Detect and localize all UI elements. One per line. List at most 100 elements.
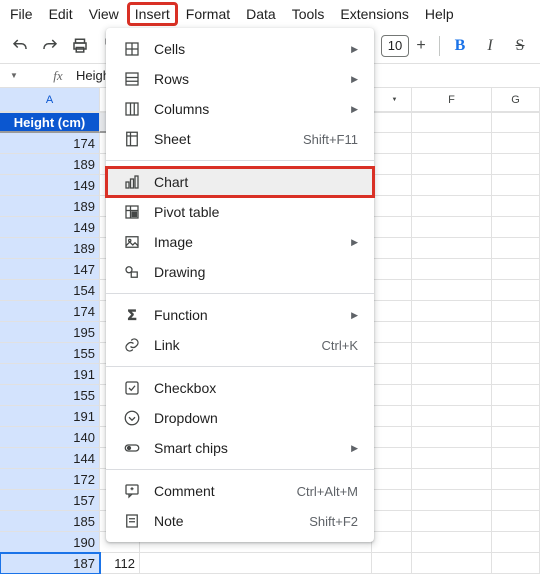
cell[interactable]: 144 [0, 448, 100, 469]
menu-item-columns[interactable]: Columns ▶ [106, 94, 374, 124]
menu-item-label: Pivot table [154, 204, 358, 220]
menu-item-chart[interactable]: Chart [106, 167, 374, 197]
menu-item-label: Sheet [154, 131, 303, 147]
menu-item-label: Image [154, 234, 348, 250]
cell[interactable]: 174 [0, 133, 100, 154]
cell[interactable]: 191 [0, 406, 100, 427]
table-row: 187 112 [0, 553, 540, 574]
separator [439, 36, 440, 56]
cell[interactable]: 190 [0, 532, 100, 553]
cell[interactable]: 172 [0, 469, 100, 490]
cell[interactable]: 185 [0, 511, 100, 532]
menu-insert[interactable]: Insert [127, 2, 178, 26]
menu-item-label: Cells [154, 41, 348, 57]
name-box[interactable]: ▼ [0, 71, 44, 80]
redo-button[interactable] [36, 32, 64, 60]
cell[interactable]: 189 [0, 238, 100, 259]
bold-button[interactable]: B [446, 32, 474, 60]
menu-separator [106, 293, 374, 294]
cell[interactable]: 157 [0, 490, 100, 511]
cell[interactable]: 189 [0, 154, 100, 175]
cell[interactable]: 187 [0, 553, 100, 574]
menu-item-label: Rows [154, 71, 348, 87]
menu-separator [106, 366, 374, 367]
chevron-right-icon: ▶ [348, 237, 358, 248]
menu-help[interactable]: Help [417, 2, 462, 26]
menu-item-smart-chips[interactable]: Smart chips ▶ [106, 433, 374, 463]
undo-button[interactable] [6, 32, 34, 60]
chips-icon [122, 438, 142, 458]
columns-icon [122, 99, 142, 119]
chart-icon [122, 172, 142, 192]
menu-item-drawing[interactable]: Drawing [106, 257, 374, 287]
cell[interactable]: 140 [0, 427, 100, 448]
menu-item-cells[interactable]: Cells ▶ [106, 34, 374, 64]
menu-tools[interactable]: Tools [284, 2, 333, 26]
menu-item-label: Function [154, 307, 348, 323]
menu-data[interactable]: Data [238, 2, 284, 26]
cell[interactable]: 112 [100, 553, 140, 574]
header-cell[interactable]: Height (cm) [0, 112, 100, 133]
shortcut-label: Ctrl+K [322, 338, 358, 353]
print-button[interactable] [66, 32, 94, 60]
menu-item-sheet[interactable]: Sheet Shift+F11 [106, 124, 374, 154]
cell[interactable]: 149 [0, 217, 100, 238]
menu-item-pivot-table[interactable]: Pivot table [106, 197, 374, 227]
menu-item-checkbox[interactable]: Checkbox [106, 373, 374, 403]
cells-icon [122, 39, 142, 59]
insert-dropdown: Cells ▶ Rows ▶ Columns ▶ Sheet Shift+F11… [106, 28, 374, 542]
pivot-icon [122, 202, 142, 222]
font-size-increase[interactable]: + [409, 34, 433, 58]
menu-item-label: Dropdown [154, 410, 358, 426]
col-header-g[interactable]: G [492, 88, 540, 112]
menu-item-image[interactable]: Image ▶ [106, 227, 374, 257]
chevron-right-icon: ▶ [348, 104, 358, 115]
col-header-e[interactable]: ▼ [372, 88, 412, 112]
chevron-right-icon: ▶ [348, 74, 358, 85]
col-header-a[interactable]: A [0, 88, 100, 112]
menu-item-function[interactable]: Σ Function ▶ [106, 300, 374, 330]
cell[interactable]: 191 [0, 364, 100, 385]
menu-item-label: Drawing [154, 264, 358, 280]
cell[interactable]: 174 [0, 301, 100, 322]
cell[interactable]: 147 [0, 259, 100, 280]
menu-view[interactable]: View [81, 2, 127, 26]
italic-button[interactable]: I [476, 32, 504, 60]
font-size-value[interactable]: 10 [381, 35, 409, 57]
menu-file[interactable]: File [2, 2, 41, 26]
cell[interactable]: 149 [0, 175, 100, 196]
menu-item-label: Checkbox [154, 380, 358, 396]
cell[interactable]: 154 [0, 280, 100, 301]
shortcut-label: Ctrl+Alt+M [297, 484, 358, 499]
chevron-right-icon: ▶ [348, 443, 358, 454]
col-header-f[interactable]: F [412, 88, 492, 112]
cell[interactable]: 195 [0, 322, 100, 343]
svg-text:Σ: Σ [128, 308, 136, 323]
menu-item-label: Chart [154, 174, 358, 190]
chevron-down-icon[interactable]: ▼ [392, 97, 398, 103]
rows-icon [122, 69, 142, 89]
menu-item-label: Columns [154, 101, 348, 117]
dropdown-icon [122, 408, 142, 428]
menu-item-comment[interactable]: Comment Ctrl+Alt+M [106, 476, 374, 506]
menu-item-note[interactable]: Note Shift+F2 [106, 506, 374, 536]
menu-extensions[interactable]: Extensions [332, 2, 416, 26]
chevron-right-icon: ▶ [348, 44, 358, 55]
menu-format[interactable]: Format [178, 2, 238, 26]
cell[interactable]: 189 [0, 196, 100, 217]
cell[interactable]: 155 [0, 385, 100, 406]
sheet-icon [122, 129, 142, 149]
menu-item-rows[interactable]: Rows ▶ [106, 64, 374, 94]
menu-edit[interactable]: Edit [41, 2, 81, 26]
cell[interactable]: 155 [0, 343, 100, 364]
menu-separator [106, 160, 374, 161]
menu-separator [106, 469, 374, 470]
menu-item-dropdown[interactable]: Dropdown [106, 403, 374, 433]
shortcut-label: Shift+F11 [303, 132, 358, 147]
comment-icon [122, 481, 142, 501]
note-icon [122, 511, 142, 531]
strikethrough-button[interactable]: S [506, 32, 534, 60]
function-icon: Σ [122, 305, 142, 325]
menu-item-link[interactable]: Link Ctrl+K [106, 330, 374, 360]
menu-item-label: Smart chips [154, 440, 348, 456]
